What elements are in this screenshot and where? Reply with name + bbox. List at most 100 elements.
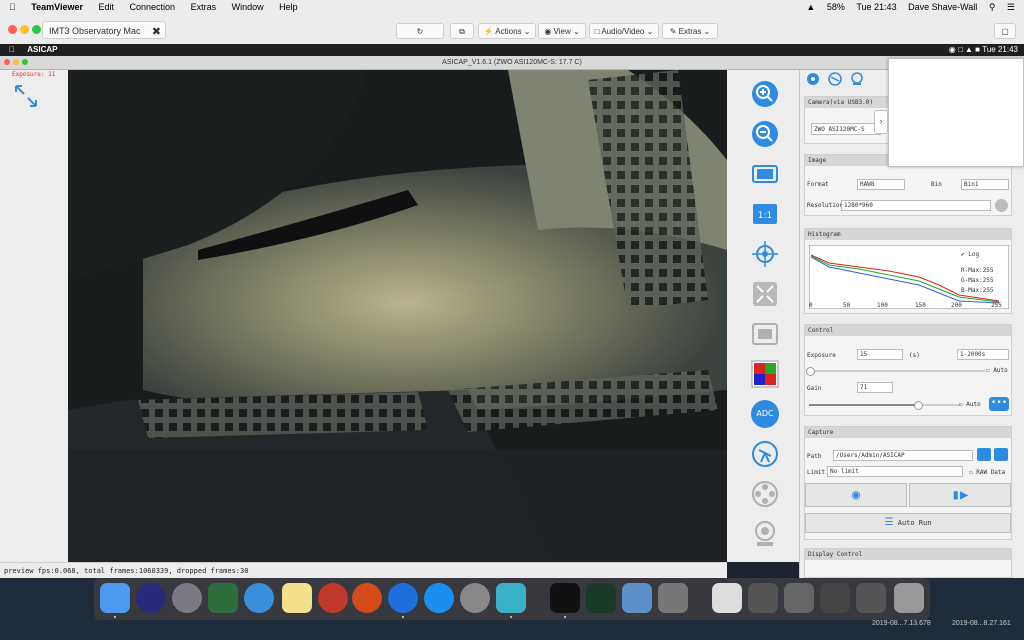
limit-select[interactable]: No limit xyxy=(827,466,963,477)
asicap-dock-icon[interactable] xyxy=(496,583,526,613)
gain-auto-checkbox[interactable]: ☐ Auto xyxy=(959,401,981,408)
teamviewer-dock-icon[interactable] xyxy=(388,583,418,613)
terminal-icon[interactable] xyxy=(550,583,580,613)
settings-wheel-icon[interactable] xyxy=(806,72,820,86)
remote-apple-icon[interactable]:  xyxy=(9,45,15,54)
record-video-button[interactable]: ▮▶ xyxy=(909,483,1011,507)
desktop-file-label[interactable]: 2019-08...8.27.161 xyxy=(952,620,1011,627)
desktop-file-label[interactable]: 2019-08...7.13.678 xyxy=(872,620,931,627)
exposure-overlay-label: Exposure: 11 xyxy=(12,71,56,78)
window-mode-button[interactable]: ▢ xyxy=(994,23,1016,39)
frame-icon[interactable] xyxy=(751,320,779,348)
raw-data-checkbox[interactable]: ☐ RAW Data xyxy=(969,469,1005,476)
copy-button[interactable]: ⧉ xyxy=(450,23,474,39)
gain-slider-track[interactable] xyxy=(809,404,961,406)
fullscreen-icon[interactable] xyxy=(751,280,779,308)
open-folder-icon[interactable] xyxy=(977,448,991,461)
utility-icon[interactable] xyxy=(658,583,688,613)
browse-folder-icon[interactable] xyxy=(994,448,1008,461)
close-icon[interactable]: ✖ xyxy=(152,23,161,41)
remote-clock[interactable]: Tue 21:43 xyxy=(982,44,1018,56)
zoom-in-icon[interactable] xyxy=(751,80,779,108)
remote-app-name[interactable]: ASICAP xyxy=(27,45,57,54)
menu-extras[interactable]: Extras xyxy=(191,0,217,14)
camera-select[interactable]: ZWO ASI120MC-S xyxy=(811,123,881,135)
system-preferences-icon[interactable] xyxy=(460,583,490,613)
menu-edit[interactable]: Edit xyxy=(98,0,114,14)
battery-percent[interactable]: 58% xyxy=(827,0,845,14)
expand-arrows-icon[interactable] xyxy=(14,84,38,108)
menu-help[interactable]: Help xyxy=(279,0,298,14)
exposure-slider-track[interactable] xyxy=(809,370,985,372)
zoom-window-button[interactable] xyxy=(32,25,41,34)
wifi-icon[interactable]: ▲ xyxy=(806,0,815,14)
menubar-clock[interactable]: Tue 21:43 xyxy=(856,0,896,14)
fit-screen-icon[interactable] xyxy=(751,160,779,188)
actions-menu[interactable]: ⚡ Actions ⌄ xyxy=(478,23,536,39)
finder-icon[interactable] xyxy=(100,583,130,613)
zoom-out-icon[interactable] xyxy=(751,120,779,148)
firecapture-icon[interactable] xyxy=(352,583,382,613)
crosshair-icon[interactable] xyxy=(751,240,779,268)
session-tab[interactable]: IMT3 Observatory Mac ✖ xyxy=(42,21,166,39)
exposure-slider-thumb[interactable] xyxy=(806,367,815,376)
screenshot-thumb-4[interactable] xyxy=(856,583,886,613)
resolution-select[interactable]: 1280*960 xyxy=(841,200,991,211)
activity-monitor-icon[interactable] xyxy=(586,583,616,613)
menu-app-name[interactable]: TeamViewer xyxy=(31,0,83,14)
menu-window[interactable]: Window xyxy=(232,0,264,14)
color-balance-icon[interactable] xyxy=(751,360,779,388)
resolution-settings-icon[interactable] xyxy=(995,199,1008,212)
focuser-icon[interactable] xyxy=(751,520,779,548)
gain-slider-thumb[interactable] xyxy=(913,401,923,410)
log-checkbox[interactable]: ✔ Log xyxy=(961,251,979,258)
close-window-button[interactable] xyxy=(8,25,17,34)
screenshot-thumb-3[interactable] xyxy=(820,583,850,613)
launchpad-icon[interactable] xyxy=(172,583,202,613)
path-input[interactable]: /Users/Admin/ASICAP xyxy=(833,450,973,461)
apple-icon[interactable]:  xyxy=(9,0,16,14)
remote-close-button[interactable] xyxy=(4,59,10,65)
side-expand-button[interactable]: › xyxy=(874,110,888,134)
document-icon[interactable] xyxy=(712,583,742,613)
photos-app-icon[interactable] xyxy=(208,583,238,613)
menu-connection[interactable]: Connection xyxy=(130,0,176,14)
app-store-icon[interactable] xyxy=(424,583,454,613)
telescope-icon[interactable] xyxy=(751,440,779,468)
camera-preview[interactable] xyxy=(68,70,727,562)
bin-select[interactable]: Bin1 xyxy=(961,179,1009,190)
screenshot-thumb-2[interactable] xyxy=(784,583,814,613)
format-select[interactable]: RAW8 xyxy=(857,179,905,190)
extras-menu[interactable]: ✎ Extras ⌄ xyxy=(662,23,718,39)
reload-button[interactable]: ↻ xyxy=(396,23,444,39)
display-control-title: Display Control xyxy=(805,549,1011,560)
more-options-button[interactable]: ••• xyxy=(989,397,1009,411)
siri-icon[interactable] xyxy=(136,583,166,613)
search-icon[interactable]: ⚲ xyxy=(989,0,996,14)
menu-list-icon[interactable]: ☰ xyxy=(1007,0,1015,14)
auto-run-button[interactable]: ☰ Auto Run xyxy=(805,513,1011,533)
telescope-tab-icon[interactable] xyxy=(828,72,842,86)
screenshot-thumb-1[interactable] xyxy=(748,583,778,613)
audio-video-menu[interactable]: □ Audio/Video ⌄ xyxy=(589,23,659,39)
filter-wheel-icon[interactable] xyxy=(751,480,779,508)
menubar-user[interactable]: Dave Shave-Wall xyxy=(908,0,977,14)
camera-tab-icon[interactable] xyxy=(850,72,864,86)
snapshot-button[interactable]: ◉ xyxy=(805,483,907,507)
actual-size-icon[interactable]: 1:1 xyxy=(751,200,779,228)
safari-icon[interactable] xyxy=(244,583,274,613)
view-menu[interactable]: ◉ View ⌄ xyxy=(538,23,586,39)
exposure-input[interactable]: 15 xyxy=(857,349,903,360)
remote-status-icons: ◉ □ ▲ ■ xyxy=(948,45,980,54)
exposure-auto-checkbox[interactable]: ☐ Auto xyxy=(986,367,1008,374)
exposure-range-select[interactable]: 1-2000s xyxy=(957,349,1009,360)
preview-icon[interactable] xyxy=(622,583,652,613)
gain-input[interactable]: 71 xyxy=(857,382,893,393)
trash-icon[interactable] xyxy=(894,583,924,613)
app-red-icon[interactable] xyxy=(318,583,348,613)
remote-zoom-button[interactable] xyxy=(22,59,28,65)
notes-icon[interactable] xyxy=(282,583,312,613)
remote-minimize-button[interactable] xyxy=(13,59,19,65)
minimize-window-button[interactable] xyxy=(20,25,29,34)
adc-button[interactable]: ADC xyxy=(751,400,779,428)
